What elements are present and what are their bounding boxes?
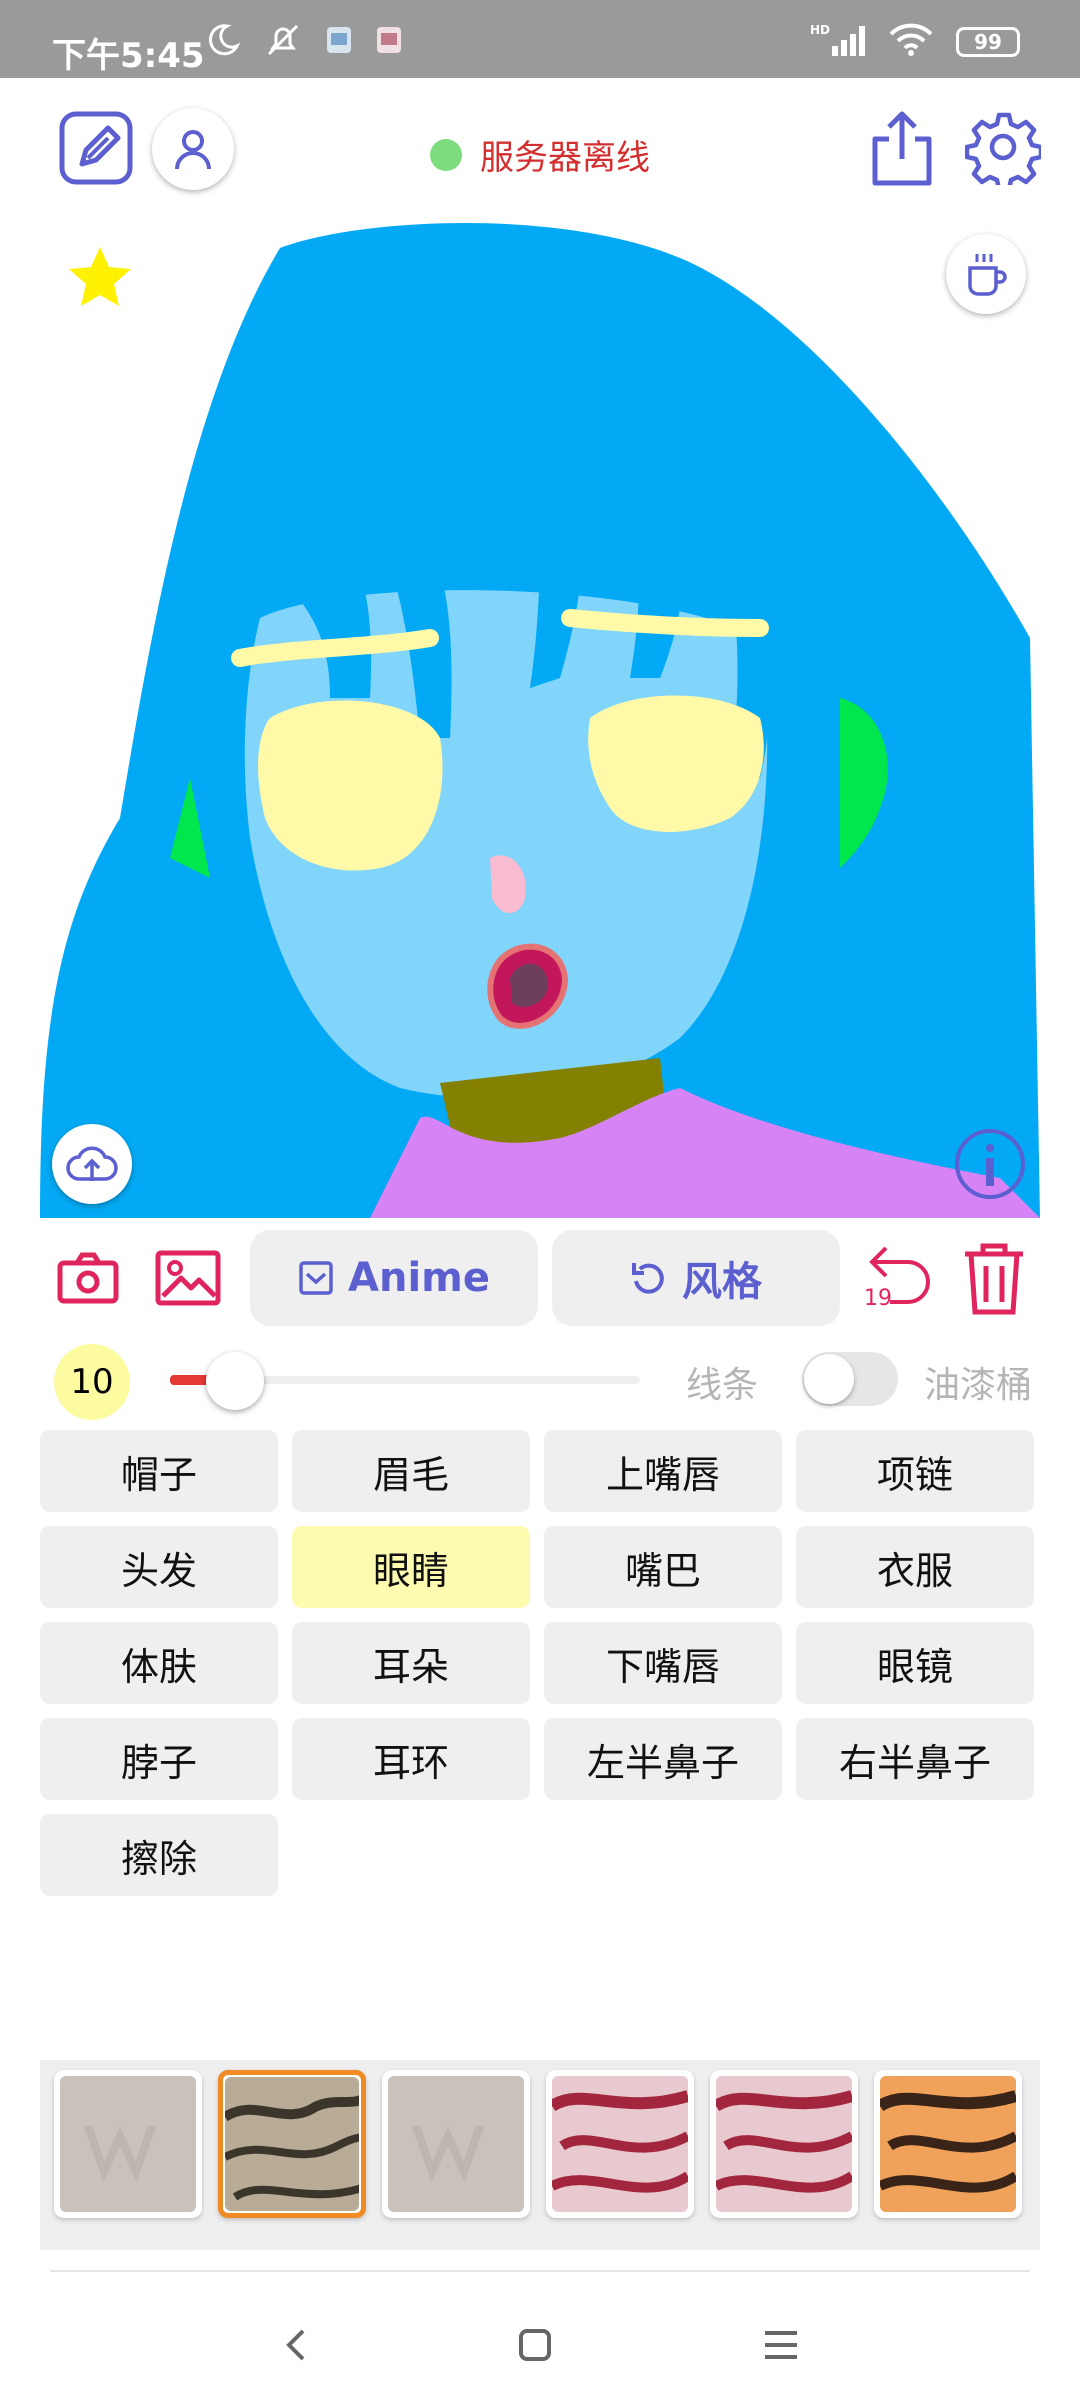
lines-label: 线条 xyxy=(686,1365,759,1406)
server-status-dot xyxy=(430,138,462,171)
face-part-button[interactable]: 体肤 xyxy=(40,1622,278,1704)
camera-icon xyxy=(57,1252,119,1304)
status-system-icons: HD 99 xyxy=(810,22,1020,62)
info-button[interactable] xyxy=(950,1124,1030,1204)
undo-count: 19 xyxy=(864,1286,892,1311)
face-part-button[interactable]: 眼镜 xyxy=(796,1622,1034,1704)
style-thumbnail-4[interactable] xyxy=(546,2070,694,2218)
placeholder-logo-icon xyxy=(412,2124,484,2183)
edit-sketch-button[interactable] xyxy=(56,108,136,188)
style-preview-red-2 xyxy=(716,2090,852,2193)
anime-mode-label: Anime xyxy=(348,1255,490,1301)
app-notification-icon-2 xyxy=(375,25,403,59)
face-part-button[interactable]: 衣服 xyxy=(796,1526,1034,1608)
face-part-button[interactable]: 耳朵 xyxy=(292,1622,530,1704)
face-part-button[interactable]: 耳环 xyxy=(292,1718,530,1800)
divider xyxy=(50,2270,1030,2272)
coffee-cup-icon xyxy=(968,254,1007,296)
face-part-button[interactable]: 项链 xyxy=(796,1430,1034,1512)
chevron-left-icon xyxy=(286,2329,305,2361)
signal-icon: HD xyxy=(810,22,866,62)
paint-bucket-label: 油漆桶 xyxy=(924,1365,1033,1406)
face-part-button[interactable]: 眉毛 xyxy=(292,1430,530,1512)
style-preview-orange xyxy=(880,2090,1016,2193)
style-label: 风格 xyxy=(682,1259,762,1305)
placeholder-logo-icon xyxy=(84,2124,156,2183)
style-thumbnail-2[interactable] xyxy=(218,2070,366,2218)
style-thumbnail-6[interactable] xyxy=(874,2070,1022,2218)
status-time: 下午5:45 xyxy=(52,36,205,76)
paint-bucket-toggle[interactable] xyxy=(802,1352,898,1406)
sketch-drawing xyxy=(40,223,1040,1218)
share-icon xyxy=(872,111,932,186)
toggle-knob xyxy=(804,1354,854,1404)
info-icon xyxy=(955,1129,1025,1199)
face-part-button[interactable]: 帽子 xyxy=(40,1430,278,1512)
cloud-upload-icon xyxy=(66,1146,118,1181)
top-bar: 服务器离线 xyxy=(0,78,1080,218)
face-part-button[interactable]: 左半鼻子 xyxy=(544,1718,782,1800)
brush-controls: 10 线条 油漆桶 xyxy=(40,1340,1040,1420)
style-thumbnail-placeholder-1[interactable] xyxy=(54,2070,202,2218)
system-nav-bar xyxy=(0,2290,1080,2400)
favorite-button[interactable] xyxy=(60,238,140,318)
upload-button[interactable] xyxy=(52,1124,132,1204)
battery-indicator: 99 xyxy=(956,27,1020,57)
face-part-button[interactable]: 擦除 xyxy=(40,1814,278,1896)
svg-text:HD: HD xyxy=(810,23,830,37)
delete-button[interactable] xyxy=(958,1238,1030,1318)
nav-menu-button[interactable] xyxy=(746,2310,816,2380)
wifi-icon xyxy=(888,22,934,62)
face-part-button[interactable]: 眼睛 xyxy=(292,1526,530,1608)
server-status-text: 服务器离线 xyxy=(480,138,650,178)
drawing-toolbar: Anime 风格 19 xyxy=(40,1228,1040,1328)
style-preview-red xyxy=(552,2090,688,2193)
style-thumbnails xyxy=(40,2060,1040,2250)
face-part-button[interactable]: 头发 xyxy=(40,1526,278,1608)
face-part-button[interactable]: 右半鼻子 xyxy=(796,1718,1034,1800)
gear-icon xyxy=(965,112,1041,185)
nav-home-button[interactable] xyxy=(500,2310,570,2380)
menu-icon xyxy=(765,2331,797,2359)
pen-square-icon xyxy=(59,111,133,185)
style-thumbnail-placeholder-3[interactable] xyxy=(382,2070,530,2218)
undo-button[interactable]: 19 xyxy=(860,1238,936,1318)
camera-button[interactable] xyxy=(54,1244,122,1312)
trash-icon xyxy=(965,1243,1023,1315)
brush-size-slider[interactable] xyxy=(170,1352,640,1410)
user-icon xyxy=(175,130,211,170)
status-notification-icons xyxy=(205,22,403,62)
face-part-button[interactable]: 嘴巴 xyxy=(544,1526,782,1608)
style-button[interactable]: 风格 xyxy=(552,1230,840,1326)
brush-size-badge: 10 xyxy=(54,1344,130,1420)
rotate-icon xyxy=(632,1263,664,1294)
share-button[interactable] xyxy=(862,106,942,192)
brush-size-thumb[interactable] xyxy=(206,1352,264,1410)
drawing-canvas[interactable] xyxy=(40,218,1040,1218)
square-home-icon xyxy=(519,2329,551,2361)
muted-bell-icon xyxy=(263,22,303,62)
settings-button[interactable] xyxy=(962,106,1044,188)
server-status: 服务器离线 xyxy=(430,130,650,179)
style-thumbnail-5[interactable] xyxy=(710,2070,858,2218)
user-profile-button[interactable] xyxy=(152,108,234,190)
status-bar: 下午5:45 HD 99 xyxy=(0,0,1080,78)
star-icon xyxy=(69,247,131,306)
face-part-button[interactable]: 脖子 xyxy=(40,1718,278,1800)
checkbox-icon xyxy=(299,1261,333,1295)
moon-icon xyxy=(205,22,241,62)
face-part-button[interactable]: 下嘴唇 xyxy=(544,1622,782,1704)
gallery-button[interactable] xyxy=(152,1244,224,1312)
app-notification-icon xyxy=(325,25,353,59)
face-part-button[interactable]: 上嘴唇 xyxy=(544,1430,782,1512)
coffee-button[interactable] xyxy=(946,234,1026,314)
image-icon xyxy=(155,1250,221,1306)
anime-mode-button[interactable]: Anime xyxy=(250,1230,538,1326)
style-preview-sketch xyxy=(225,2095,359,2201)
nav-back-button[interactable] xyxy=(262,2310,332,2380)
face-parts-grid: 帽子 眉毛 上嘴唇 项链头发 眼睛 嘴巴 衣服体肤 耳朵 下嘴唇 眼镜脖子 耳环 左半鼻子 右半鼻子擦除 xyxy=(40,1430,1038,1896)
